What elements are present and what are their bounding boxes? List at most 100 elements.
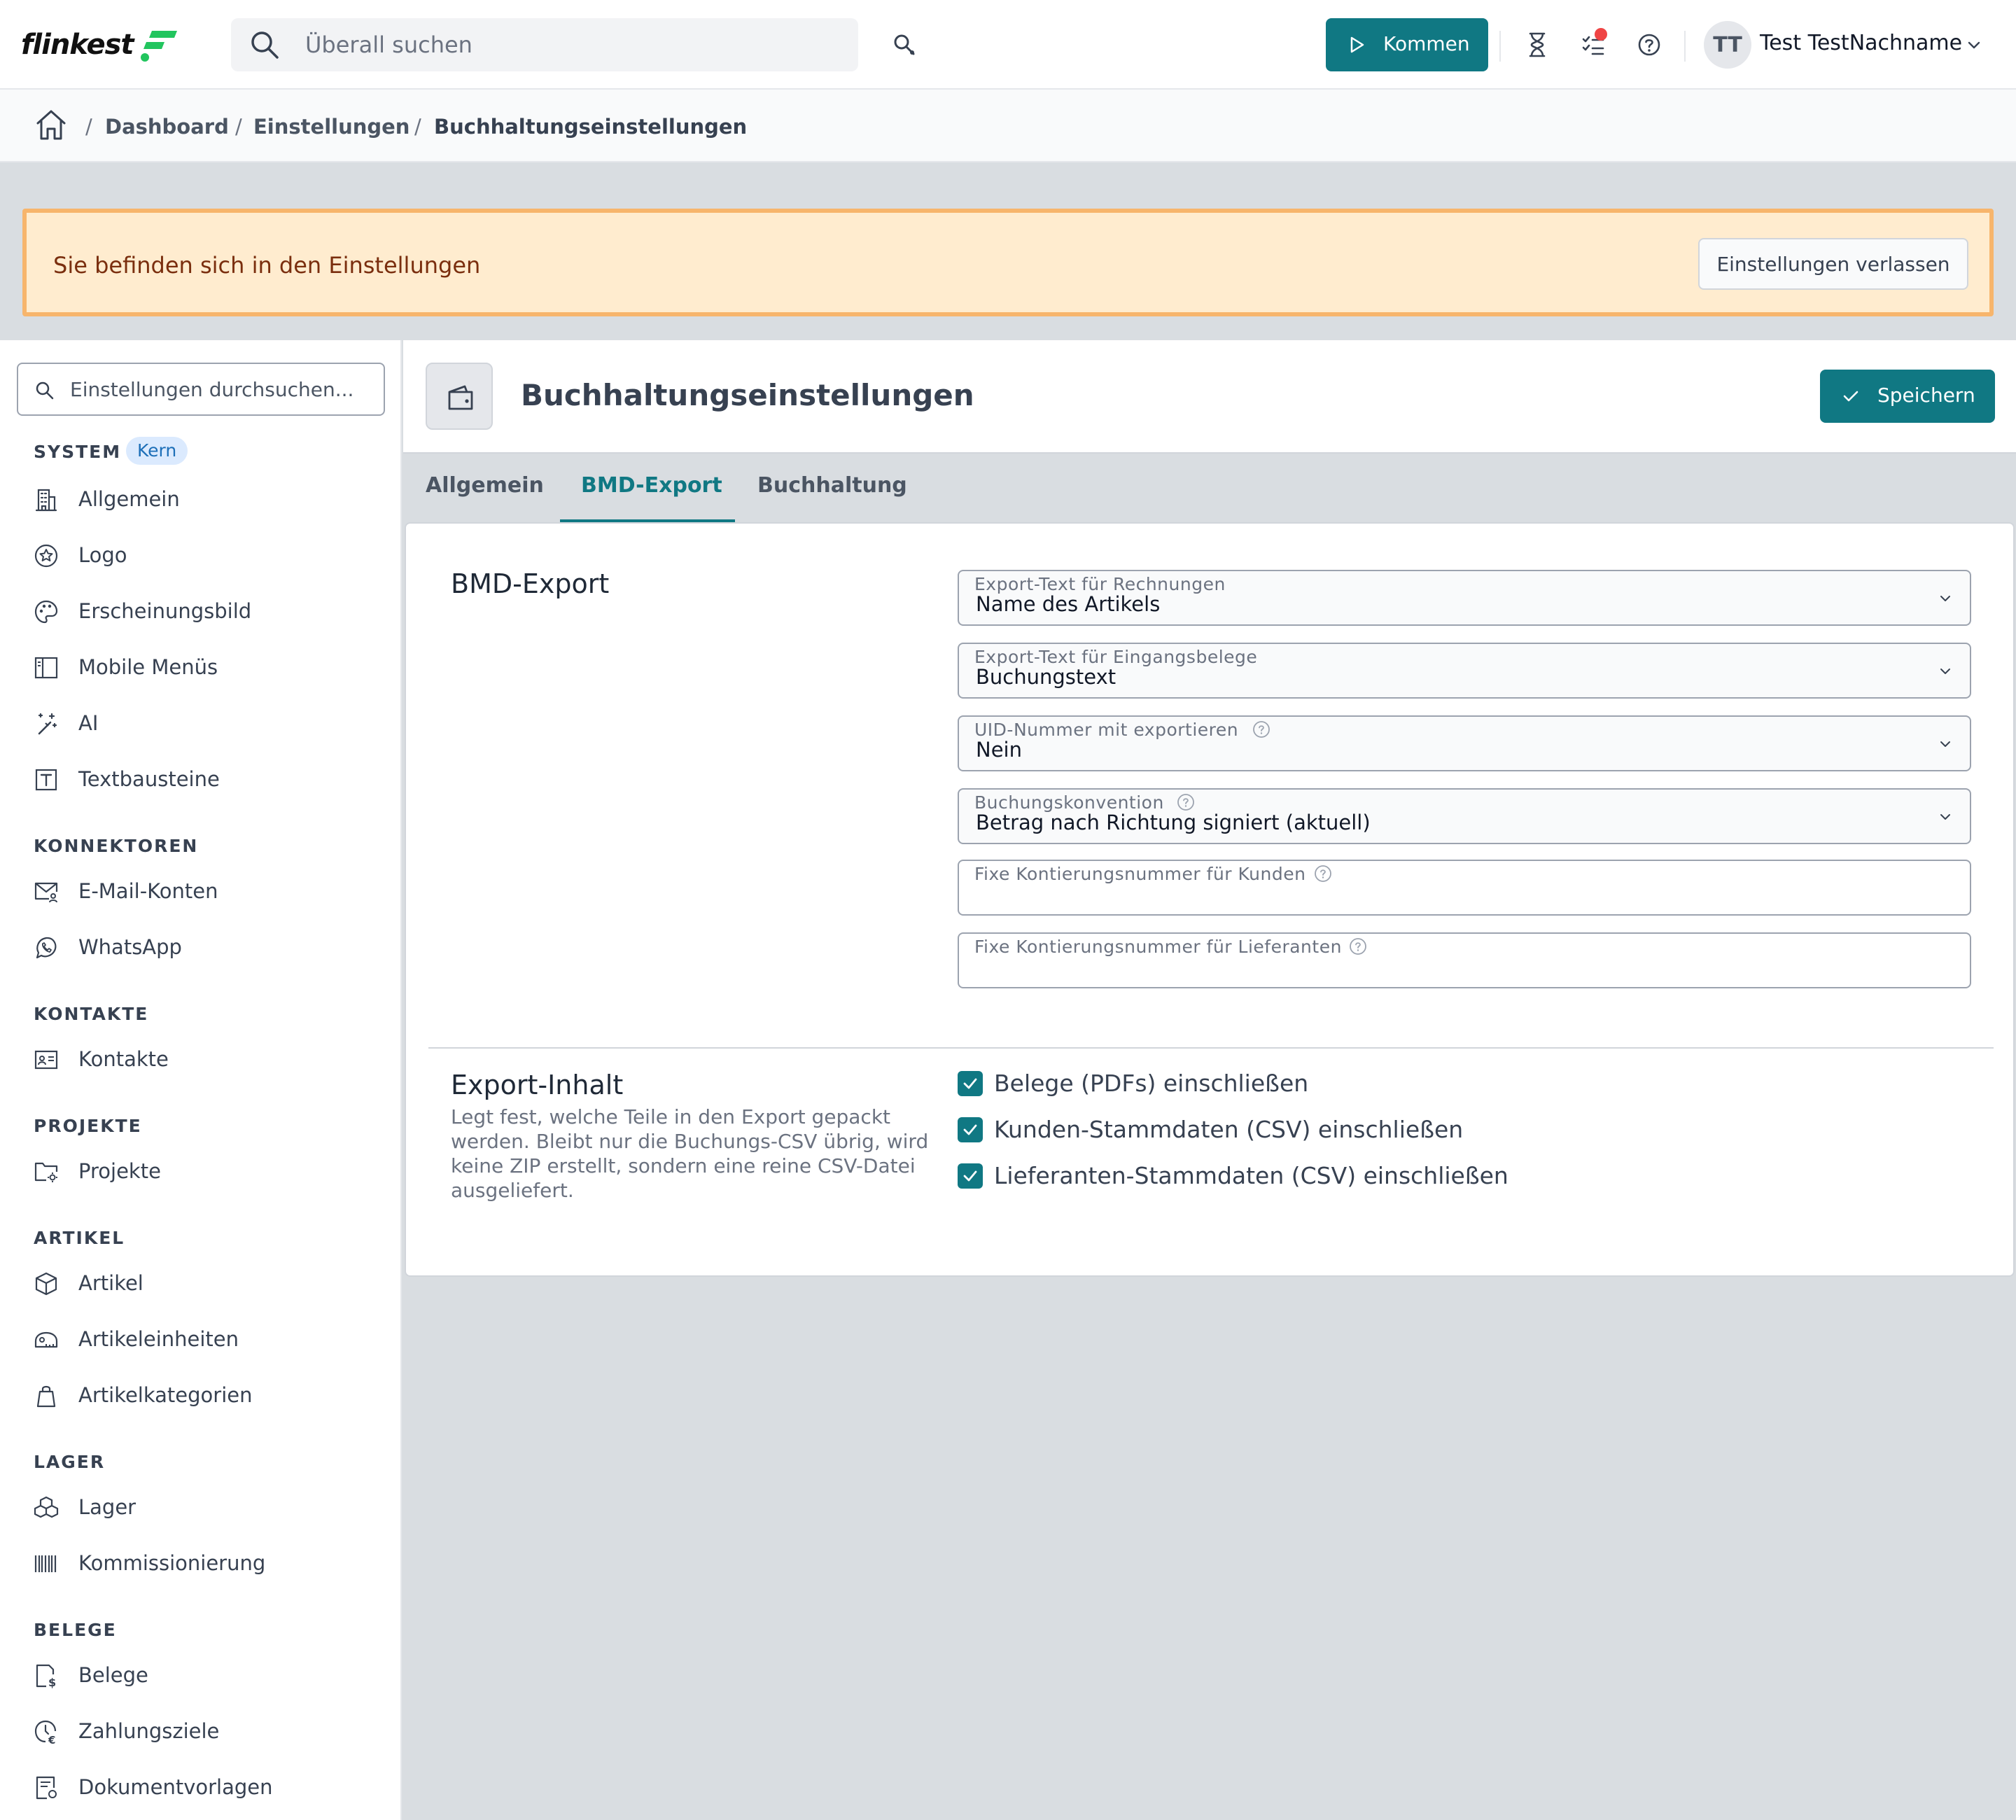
section-divider — [428, 1047, 1994, 1049]
settings-mode-banner: Sie befinden sich in den Einstellungen E… — [22, 209, 1994, 316]
sidebar-item-logo[interactable]: Logo — [0, 535, 400, 577]
buchungskonvention-select[interactable]: Buchungskonvention Betrag nach Richtung … — [958, 788, 1971, 844]
sidebar-item-allgemein[interactable]: Allgemein — [0, 479, 400, 521]
avatar[interactable]: TT — [1704, 21, 1751, 69]
page-icon-box — [426, 363, 493, 430]
checkbox-checked[interactable] — [958, 1071, 983, 1096]
tab-buchhaltung[interactable]: Buchhaltung — [757, 473, 907, 498]
help-circle-icon[interactable] — [1252, 720, 1271, 739]
sidebar-item-artikelkategorien[interactable]: Artikelkategorien — [0, 1375, 400, 1417]
sidebar-item-label: Mobile Menüs — [78, 655, 218, 679]
tab-bmd-export[interactable]: BMD-Export — [581, 473, 722, 498]
checkbox-label[interactable]: Lieferanten-Stammdaten (CSV) einschließe… — [994, 1162, 1508, 1189]
sidebar-item-textbausteine[interactable]: Textbausteine — [0, 759, 400, 801]
breadcrumb: / Dashboard / Einstellungen / Buchhaltun… — [0, 90, 2016, 162]
sidebar-item-mobile-menues[interactable]: Mobile Menüs — [0, 647, 400, 689]
kontierungsnummer-kunden-input[interactable]: Fixe Kontierungsnummer für Kunden — [958, 860, 1971, 916]
receipt-dollar-icon: $ — [36, 1664, 56, 1688]
description-line: ausgeliefert. — [451, 1179, 574, 1202]
breadcrumb-separator: / — [414, 115, 421, 139]
svg-text:€: € — [48, 1734, 55, 1744]
chevron-down-icon[interactable] — [1966, 36, 1982, 53]
field-label: UID-Nummer mit exportieren — [974, 720, 1239, 740]
save-button[interactable]: Speichern — [1820, 370, 1995, 423]
sidebar-item-erscheinungsbild[interactable]: Erscheinungsbild — [0, 591, 400, 633]
export-text-eingangsbelege-select[interactable]: Export-Text für Eingangsbelege Buchungst… — [958, 643, 1971, 699]
breadcrumb-einstellungen[interactable]: Einstellungen — [253, 115, 410, 139]
sidebar-item-whatsapp[interactable]: WhatsApp — [0, 927, 400, 969]
description-line: keine ZIP erstellt, sondern eine reine C… — [451, 1154, 916, 1177]
check-icon — [963, 1124, 977, 1135]
field-label: Export-Text für Rechnungen — [974, 574, 1226, 594]
section-title-konnektoren: KONNEKTOREN — [34, 836, 199, 856]
save-label: Speichern — [1877, 384, 1975, 407]
field-value: Betrag nach Richtung signiert (aktuell) — [976, 811, 1371, 834]
hourglass-icon[interactable] — [1523, 31, 1551, 59]
field-value: Name des Artikels — [976, 592, 1161, 616]
help-circle-icon[interactable] — [1313, 864, 1333, 883]
uid-nummer-select[interactable]: UID-Nummer mit exportieren Nein — [958, 715, 1971, 771]
kommen-button[interactable]: Kommen — [1326, 18, 1488, 71]
sidebar-item-label: Textbausteine — [78, 767, 220, 791]
sidebar-item-kommissionierung[interactable]: Kommissionierung — [0, 1543, 400, 1585]
magic-wand-icon — [38, 713, 57, 735]
bmd-export-card: BMD-Export Export-Text für Rechnungen Na… — [405, 522, 2015, 1277]
kontierungsnummer-lieferanten-input[interactable]: Fixe Kontierungsnummer für Lieferanten — [958, 932, 1971, 988]
field-label: Fixe Kontierungsnummer für Lieferanten — [974, 937, 1342, 957]
breadcrumb-separator: / — [235, 115, 242, 139]
chevron-down-icon — [1940, 596, 1950, 601]
help-circle-icon[interactable] — [1348, 937, 1368, 956]
checkbox-checked[interactable] — [958, 1163, 983, 1189]
sidebar-item-kontakte[interactable]: Kontakte — [0, 1039, 400, 1081]
advanced-search-icon[interactable] — [892, 32, 917, 57]
checkbox-label[interactable]: Belege (PDFs) einschließen — [994, 1070, 1308, 1097]
banner-message: Sie befinden sich in den Einstellungen — [53, 252, 481, 279]
sidebar-item-label: AI — [78, 711, 99, 735]
breadcrumb-current: Buchhaltungseinstellungen — [434, 115, 748, 139]
checkbox-checked[interactable] — [958, 1117, 983, 1142]
star-badge-icon — [34, 544, 58, 568]
sidebar-item-label: Zahlungsziele — [78, 1719, 220, 1743]
sidebar-item-lager[interactable]: Lager — [0, 1487, 400, 1529]
logo-text: flinkest — [21, 29, 134, 61]
sidebar-item-label: Lager — [78, 1495, 136, 1519]
sidebar-item-label: Dokumentvorlagen — [78, 1775, 273, 1799]
settings-search-placeholder: Einstellungen durchsuchen... — [70, 378, 354, 401]
exit-settings-button[interactable]: Einstellungen verlassen — [1698, 238, 1968, 290]
sidebar-item-label: Kontakte — [78, 1047, 169, 1071]
app-logo[interactable]: flinkest — [21, 25, 178, 64]
search-icon — [36, 382, 54, 400]
export-text-rechnungen-select[interactable]: Export-Text für Rechnungen Name des Arti… — [958, 570, 1971, 626]
breadcrumb-dashboard[interactable]: Dashboard — [105, 115, 229, 139]
sidebar-item-belege[interactable]: $ Belege — [0, 1655, 400, 1697]
home-icon[interactable] — [35, 108, 67, 141]
contact-card-icon — [34, 1050, 58, 1070]
sidebar-item-dokumentvorlagen[interactable]: Dokumentvorlagen — [0, 1767, 400, 1809]
wallet-icon — [448, 385, 473, 410]
sidebar-item-artikeleinheiten[interactable]: Artikeleinheiten — [0, 1319, 400, 1361]
section-heading-bmd-export: BMD-Export — [451, 568, 610, 599]
user-name[interactable]: Test TestNachname — [1760, 31, 1962, 55]
settings-search-input[interactable]: Einstellungen durchsuchen... — [17, 363, 385, 416]
sidebar-item-email-konten[interactable]: E-Mail-Konten — [0, 871, 400, 913]
checkbox-label[interactable]: Kunden-Stammdaten (CSV) einschließen — [994, 1116, 1463, 1143]
field-label: Fixe Kontierungsnummer für Kunden — [974, 864, 1306, 884]
layout-sidebar-icon — [34, 657, 58, 679]
sidebar-item-projekte[interactable]: Projekte — [0, 1151, 400, 1193]
help-circle-icon[interactable] — [1176, 792, 1196, 812]
section-title-belege: BELEGE — [34, 1620, 117, 1640]
description-line: Legt fest, welche Teile in den Export ge… — [451, 1105, 891, 1128]
text-block-icon — [35, 769, 57, 791]
sidebar-item-zahlungsziele[interactable]: € Zahlungsziele — [0, 1711, 400, 1753]
global-search-input[interactable]: Überall suchen — [231, 18, 858, 71]
section-title-kontakte: KONTAKTE — [34, 1004, 149, 1024]
sidebar-item-label: E-Mail-Konten — [78, 879, 218, 903]
sidebar-item-ai[interactable]: AI — [0, 703, 400, 745]
tab-allgemein[interactable]: Allgemein — [426, 473, 544, 498]
mail-account-icon — [34, 882, 58, 903]
help-icon[interactable] — [1635, 31, 1663, 59]
toolbar-divider — [1499, 31, 1501, 62]
sidebar-item-artikel[interactable]: Artikel — [0, 1263, 400, 1305]
chevron-down-icon — [1940, 741, 1950, 747]
chevron-down-icon — [1940, 668, 1950, 674]
